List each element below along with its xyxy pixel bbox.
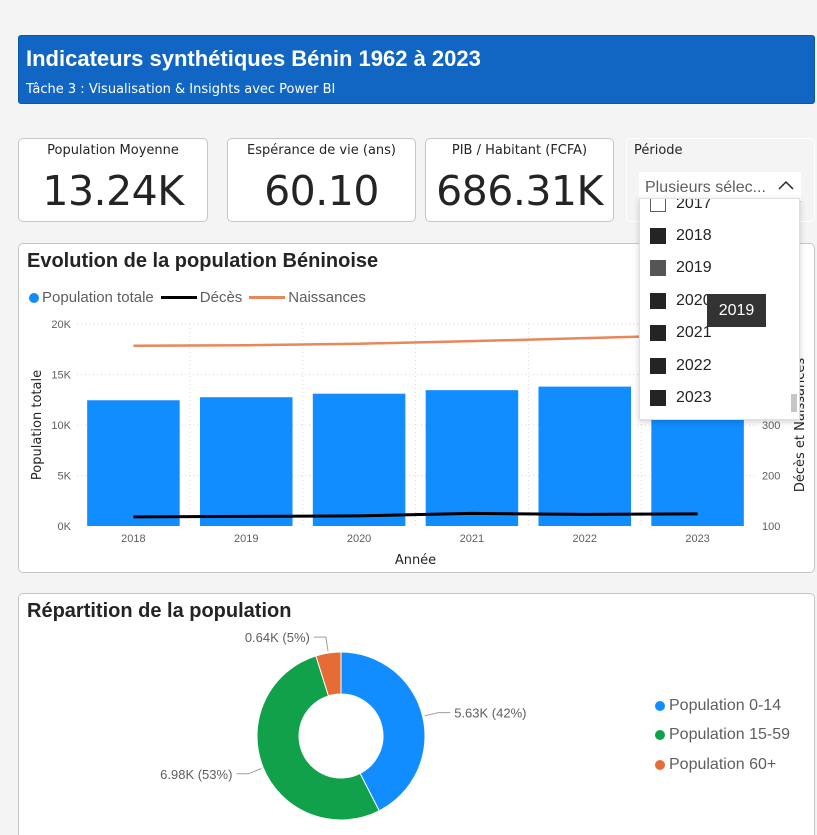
x-tick-label: 2018 (121, 533, 145, 545)
donut-data-label: 5.63K (42%) (454, 706, 526, 721)
kpi-label-life-expectancy: Espérance de vie (ans) (246, 143, 396, 158)
x-tick-label: 2022 (573, 533, 597, 545)
header-banner: Indicateurs synthétiques Bénin 1962 à 20… (18, 35, 815, 104)
y2-tick-label: 100 (762, 521, 780, 533)
periode-option-2019[interactable]: 2019 (650, 259, 712, 277)
periode-option-2023[interactable]: 2023 (650, 389, 712, 407)
y-tick-label: 15K (51, 370, 71, 382)
donut-legend-item-60-plus[interactable]: Population 60+ (655, 756, 776, 774)
leader-line (424, 712, 451, 717)
dropdown-scrollbar[interactable] (791, 394, 797, 412)
periode-option-2021[interactable]: 2021 (650, 324, 712, 342)
kpi-label-gdp: PIB / Habitant (FCFA) (451, 143, 588, 158)
y-tick-label: 10K (51, 420, 71, 432)
y-tick-label: 5K (58, 471, 72, 483)
checkbox-icon[interactable] (650, 293, 666, 309)
bar-population (312, 393, 406, 526)
periode-option-2017[interactable]: 2017 (650, 198, 712, 213)
x-tick-label: 2021 (460, 533, 484, 545)
periode-option-label: 2023 (676, 389, 712, 406)
donut-legend-label-60-plus: Population 60+ (669, 756, 777, 773)
checkbox-icon[interactable] (650, 325, 666, 341)
donut-legend-item-0-14[interactable]: Population 0-14 (655, 697, 781, 715)
checkbox-icon[interactable] (650, 358, 666, 374)
donut-legend-label-15-59: Population 15-59 (669, 726, 790, 743)
donut-legend-item-15-59[interactable]: Population 15-59 (655, 726, 790, 744)
y-tick-label: 0K (58, 521, 72, 533)
kpi-value-population: 13.24K (42, 167, 184, 215)
leader-line (313, 636, 329, 652)
periode-option-label: 2017 (676, 198, 712, 212)
x-axis-title: Année (395, 553, 436, 568)
bar-population (87, 400, 180, 526)
kpi-value-life-expectancy: 60.10 (264, 167, 379, 215)
kpi-card-life-expectancy: Espérance de vie (ans) 60.10 (227, 138, 416, 222)
bar-population (538, 386, 632, 526)
bar-population (425, 390, 519, 526)
page-subtitle: Tâche 3 : Visualisation & Insights avec … (26, 82, 336, 97)
periode-dropdown-value: Plusieurs sélec... (645, 179, 766, 196)
x-tick-label: 2023 (685, 533, 709, 545)
donut-data-label: 0.64K (5%) (245, 630, 310, 645)
periode-option-label: 2022 (676, 357, 712, 374)
checkbox-icon[interactable] (650, 228, 666, 244)
x-tick-label: 2019 (234, 533, 258, 545)
y-axis-title: Population totale (30, 370, 45, 480)
checkbox-icon[interactable] (650, 390, 666, 406)
donut-legend-marker-15-59 (655, 730, 665, 740)
periode-option-label: 2019 (676, 259, 712, 276)
checkbox-icon[interactable] (650, 199, 666, 212)
donut-legend-marker-60-plus (655, 760, 665, 770)
donut-legend-label-0-14: Population 0-14 (669, 697, 782, 714)
hover-tooltip: 2019 (707, 294, 766, 327)
bar-population (199, 397, 293, 526)
y2-tick-label: 200 (762, 471, 780, 483)
kpi-card-gdp: PIB / Habitant (FCFA) 686.31K (425, 138, 614, 222)
donut-data-label: 6.98K (53%) (160, 767, 232, 782)
periode-label: Période (634, 143, 683, 158)
x-tick-label: 2020 (347, 533, 371, 545)
y-tick-label: 20K (51, 319, 71, 331)
periode-option-2018[interactable]: 2018 (650, 227, 712, 245)
leader-line (236, 768, 262, 775)
periode-option-2020[interactable]: 2020 (650, 292, 712, 310)
periode-option-label: 2018 (676, 227, 712, 244)
y2-tick-label: 300 (762, 420, 780, 432)
donut-legend-marker-0-14 (655, 701, 665, 711)
checkbox-icon[interactable] (650, 260, 666, 276)
kpi-card-population: Population Moyenne 13.24K (18, 138, 208, 222)
page-title: Indicateurs synthétiques Bénin 1962 à 20… (26, 46, 481, 71)
chevron-up-icon[interactable] (777, 178, 795, 192)
kpi-value-gdp: 686.31K (436, 167, 603, 215)
periode-option-2022[interactable]: 2022 (650, 357, 712, 375)
kpi-label-population: Population Moyenne (47, 143, 179, 158)
